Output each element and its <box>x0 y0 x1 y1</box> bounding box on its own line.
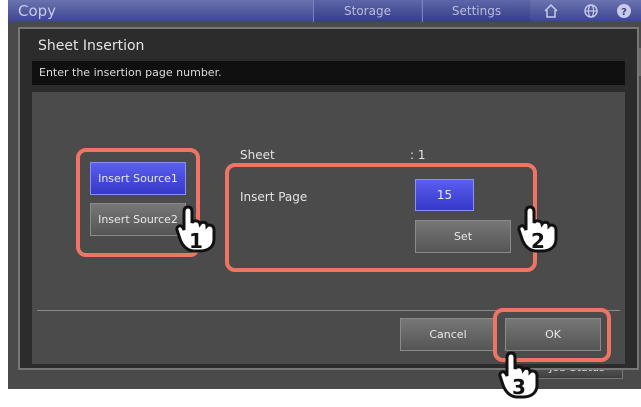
top-bar: Copy Storage Settings ? <box>8 0 641 22</box>
step-number: 3 <box>512 375 526 399</box>
help-icon[interactable]: ? <box>616 3 632 19</box>
svg-text:?: ? <box>621 7 627 18</box>
globe-icon[interactable] <box>583 3 599 19</box>
step-number: 1 <box>189 229 203 253</box>
hand-pointer-icon: 1 <box>175 205 216 253</box>
message-bar: Enter the insertion page number. <box>32 61 625 85</box>
hand-pointer-icon: 3 <box>498 351 539 399</box>
tab-settings[interactable]: Settings <box>422 0 530 22</box>
instruction-text: Enter the insertion page number. <box>39 66 222 79</box>
tab-storage[interactable]: Storage <box>313 0 421 22</box>
cancel-button[interactable]: Cancel <box>400 318 496 351</box>
home-icon[interactable] <box>543 3 559 19</box>
sheet-label: Sheet <box>240 148 275 162</box>
dialog-title: Sheet Insertion <box>38 38 145 54</box>
sheet-value: : 1 <box>410 148 426 162</box>
callout-step-2 <box>225 163 537 272</box>
app-title: Copy <box>18 2 57 20</box>
hand-pointer-icon: 2 <box>517 205 558 253</box>
step-number: 2 <box>531 229 545 253</box>
